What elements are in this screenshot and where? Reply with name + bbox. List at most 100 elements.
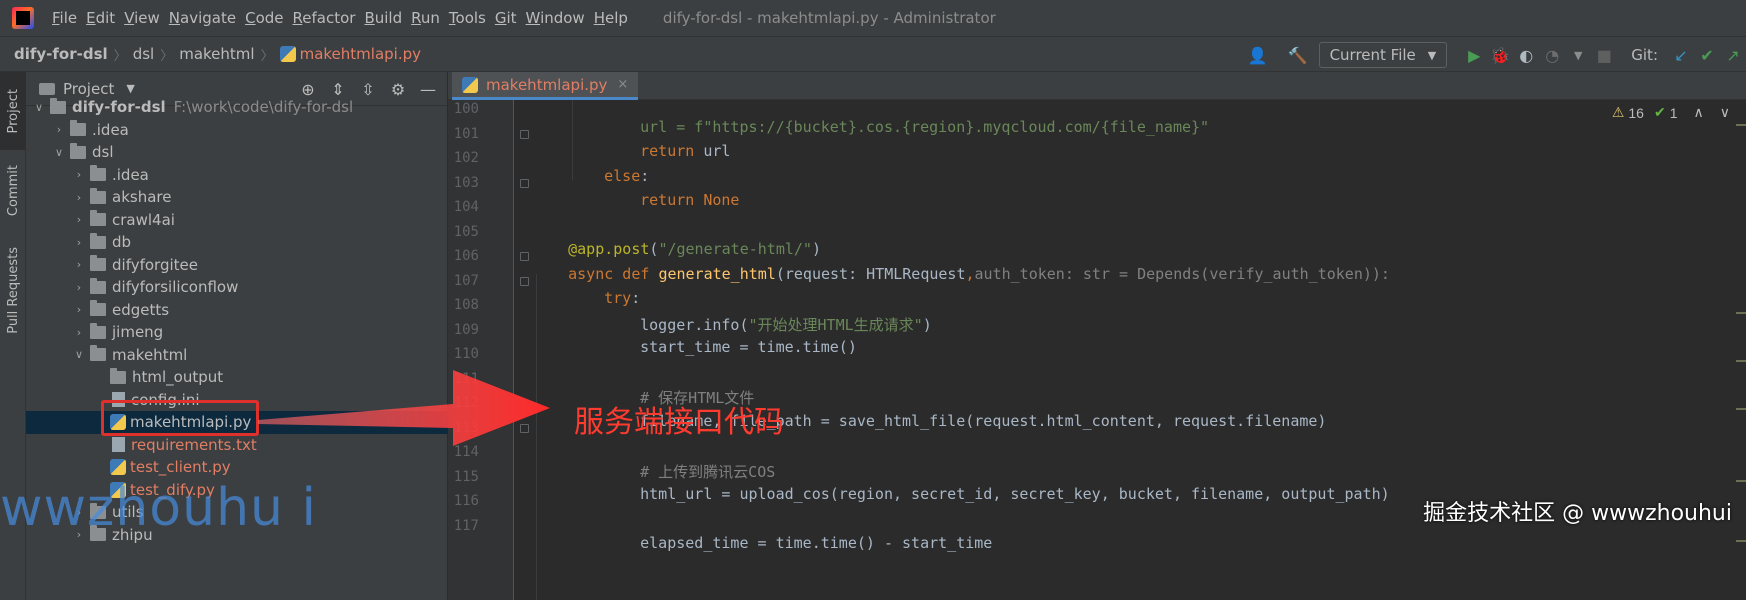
chevron-down-icon[interactable]: ∨ (32, 101, 46, 114)
tree-row-folder[interactable]: ∨ dsl (26, 141, 448, 164)
stop-icon[interactable]: ■ (1591, 37, 1617, 73)
pycharm-logo-icon (12, 7, 34, 29)
tree-row-folder[interactable]: › edgetts (26, 299, 448, 322)
build-hammer-icon[interactable]: 🔨 (1285, 37, 1311, 73)
tree-item-label: edgetts (112, 300, 170, 319)
menu-help[interactable]: Help (594, 9, 628, 27)
chevron-down-icon: ▼ (1427, 48, 1437, 62)
scroll-marker (1736, 360, 1746, 362)
menu-view[interactable]: View (124, 9, 160, 27)
tree-row-folder[interactable]: › db (26, 231, 448, 254)
folder-icon (90, 187, 106, 204)
fold-marker-icon[interactable] (520, 252, 529, 261)
inspection-widget[interactable]: ⚠ 16 ✔ 1 ∧ ∨ (1612, 104, 1730, 121)
git-label: Git: (1631, 46, 1658, 64)
breadcrumb-makehtml[interactable]: makehtml (179, 45, 254, 63)
project-folder-icon (39, 82, 55, 95)
line-number: 115 (453, 469, 479, 485)
scroll-marker (1736, 312, 1746, 314)
chevron-right-icon[interactable]: › (72, 258, 86, 271)
watermark-left: wwzhouhu i (0, 478, 317, 538)
watermark-right: 掘金技术社区 @ wwwzhouhui (1423, 501, 1732, 526)
chevron-down-icon[interactable]: ▼ (126, 82, 134, 95)
editor-tab-makehtmlapi[interactable]: makehtmlapi.py × (452, 72, 639, 100)
coverage-icon[interactable]: ◐ (1513, 37, 1539, 73)
chevron-right-icon[interactable]: › (72, 326, 86, 339)
chevron-right-icon[interactable]: › (72, 281, 86, 294)
chevron-right-icon[interactable]: › (72, 168, 86, 181)
chevron-right-icon[interactable]: › (52, 123, 66, 136)
run-configuration-select[interactable]: Current File ▼ (1318, 42, 1448, 68)
menu-file[interactable]: File (52, 9, 77, 27)
chevron-down-icon[interactable]: ∨ (52, 146, 66, 159)
folder-icon (90, 277, 106, 294)
tree-row-folder[interactable]: › .idea (26, 119, 448, 142)
breadcrumb-dsl[interactable]: dsl (133, 45, 155, 63)
profile-icon[interactable]: ◔ (1539, 37, 1565, 73)
tree-row-folder[interactable]: › difyforsiliconflow (26, 276, 448, 299)
breadcrumb-file[interactable]: makehtmlapi.py (300, 45, 421, 63)
line-number: 117 (453, 518, 479, 534)
tree-item-label: dsl (92, 143, 114, 162)
menu-navigate[interactable]: Navigate (169, 9, 236, 27)
tree-row-file[interactable]: test_client.py (26, 456, 448, 479)
tree-row-folder[interactable]: › jimeng (26, 321, 448, 344)
chevron-down-icon[interactable]: ∨ (1720, 104, 1730, 121)
code-token: elapsed_time = time.time() - start_time (640, 534, 993, 552)
editor-tab-label: makehtmlapi.py (486, 75, 608, 94)
ok-count: 1 (1669, 104, 1678, 121)
tool-tab-commit[interactable]: Commit (0, 152, 26, 230)
code-line-109: start_time = time.time() (604, 320, 857, 374)
run-icon[interactable]: ▶ (1461, 37, 1487, 73)
tree-row-project-root[interactable]: ∨ dify-for-dsl F:\work\code\dify-for-dsl (26, 96, 448, 119)
tree-row-folder[interactable]: › difyforgitee (26, 254, 448, 277)
line-number: 107 (453, 273, 479, 289)
menu-build[interactable]: Build (364, 9, 402, 27)
tree-row-folder[interactable]: › .idea (26, 164, 448, 187)
git-update-icon[interactable]: ↙ (1668, 37, 1694, 73)
line-number: 104 (453, 199, 479, 215)
menu-refactor[interactable]: Refactor (293, 9, 356, 27)
window-title: dify-for-dsl - makehtmlapi.py - Administ… (662, 9, 996, 27)
chevron-right-icon[interactable]: › (72, 213, 86, 226)
warning-icon: ⚠ (1611, 104, 1625, 120)
git-commit-icon[interactable]: ✔ (1694, 37, 1720, 73)
debug-icon[interactable]: 🐞 (1487, 37, 1513, 73)
chevron-right-icon[interactable]: › (72, 236, 86, 249)
code-token: generate_html (658, 265, 776, 283)
tree-item-label: db (112, 233, 132, 252)
scroll-marker (1736, 408, 1746, 410)
folder-icon (90, 300, 106, 317)
fold-marker-icon[interactable] (520, 130, 529, 139)
code-token: (request: HTMLRequest (775, 265, 966, 283)
menu-window[interactable]: Window (526, 9, 585, 27)
breadcrumb-separator: 〉 (113, 48, 127, 64)
project-view-selector[interactable]: Project (63, 80, 114, 98)
highlight-box (101, 400, 259, 436)
tree-row-folder[interactable]: › crawl4ai (26, 209, 448, 232)
menu-run[interactable]: Run (411, 9, 440, 27)
close-icon[interactable]: × (617, 77, 628, 92)
menu-tools[interactable]: Tools (449, 9, 486, 27)
tool-tab-pull-requests[interactable]: Pull Requests (0, 238, 26, 342)
folder-icon (90, 232, 106, 249)
breadcrumb-separator: 〉 (260, 48, 274, 64)
menu-git[interactable]: Git (495, 9, 517, 27)
chevron-right-icon[interactable]: › (72, 303, 86, 316)
tree-row-folder[interactable]: › akshare (26, 186, 448, 209)
breadcrumb-separator: 〉 (160, 48, 174, 64)
tool-tab-project[interactable]: Project (0, 72, 26, 150)
git-push-icon[interactable]: ↗ (1720, 37, 1746, 73)
folder-icon (90, 322, 106, 339)
chevron-down-icon[interactable]: ∨ (72, 348, 86, 361)
menu-code[interactable]: Code (245, 9, 283, 27)
navigation-bar: dify-for-dsl 〉 dsl 〉 makehtml 〉 makehtml… (0, 36, 1746, 72)
chevron-right-icon[interactable]: › (72, 191, 86, 204)
menu-edit[interactable]: Edit (86, 9, 115, 27)
user-icon[interactable]: 👤 (1245, 37, 1271, 73)
breadcrumb-project[interactable]: dify-for-dsl (14, 45, 108, 63)
fold-marker-icon[interactable] (520, 179, 529, 188)
more-run-options-icon[interactable]: ▼ (1565, 37, 1591, 73)
chevron-up-icon[interactable]: ∧ (1694, 104, 1704, 121)
fold-marker-icon[interactable] (520, 277, 529, 286)
